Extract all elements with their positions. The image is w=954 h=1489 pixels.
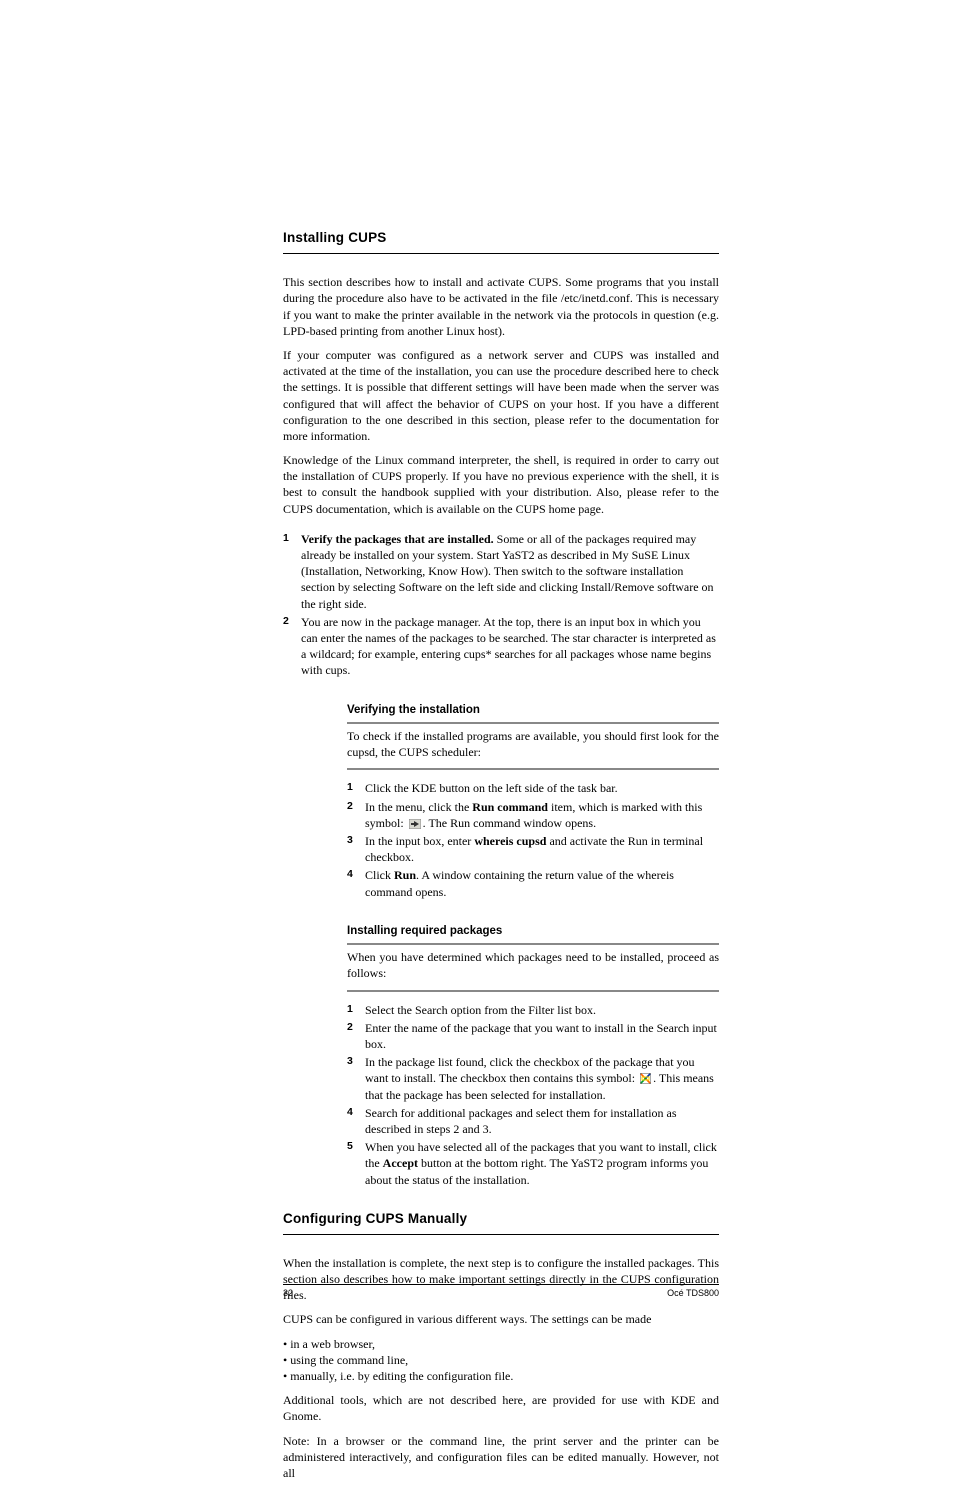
step-item: 3 In the input box, enter whereis cupsd … (347, 833, 719, 865)
step-body: Click Run. A window containing the retur… (365, 867, 719, 899)
step-item: 5 When you have selected all of the pack… (347, 1139, 719, 1188)
step-item: 2 Enter the name of the package that you… (347, 1020, 719, 1052)
section2-paragraph: CUPS can be configured in various differ… (283, 1311, 719, 1327)
step-number: 4 (347, 867, 365, 899)
step-body: In the menu, click the Run command item,… (365, 799, 719, 831)
step-item: 2 In the menu, click the Run command ite… (347, 799, 719, 831)
step-item: 1 Verify the packages that are installed… (283, 531, 719, 612)
page-number: 32 (283, 1287, 293, 1299)
step-body: You are now in the package manager. At t… (301, 614, 719, 679)
step-number: 2 (283, 614, 301, 679)
intro-paragraph-2: If your computer was configured as a net… (283, 347, 719, 444)
intro-paragraph-3: Knowledge of the Linux command interpret… (283, 452, 719, 517)
step-number: 2 (347, 1020, 365, 1052)
subsection-paragraph: When you have determined which packages … (347, 949, 719, 981)
step-number: 3 (347, 1054, 365, 1103)
section-heading: Configuring CUPS Manually (283, 1210, 719, 1228)
section-heading: Installing CUPS (283, 229, 719, 247)
bullet-item: • manually, i.e. by editing the configur… (283, 1368, 719, 1384)
intro-paragraph-1: This section describes how to install an… (283, 274, 719, 339)
content-column: Installing CUPS This section describes h… (283, 229, 719, 1489)
footer-right-text: Océ TDS800 (667, 1287, 719, 1299)
page-footer: 32 Océ TDS800 (283, 1284, 719, 1299)
step-number: 1 (283, 531, 301, 612)
step-number: 2 (347, 799, 365, 831)
step-item: 3 In the package list found, click the c… (347, 1054, 719, 1103)
step-number: 1 (347, 780, 365, 796)
step-item: 2 You are now in the package manager. At… (283, 614, 719, 679)
subsection-heading: Verifying the installation (347, 703, 719, 719)
step-number: 3 (347, 833, 365, 865)
section2-paragraph: Additional tools, which are not describe… (283, 1392, 719, 1424)
subsection-heading: Installing required packages (347, 924, 719, 940)
step-body: Select the Search option from the Filter… (365, 1002, 719, 1018)
subsection-paragraph: To check if the installed programs are a… (347, 728, 719, 760)
bullet-item: • in a web browser, (283, 1336, 719, 1352)
step-body: Verify the packages that are installed. … (301, 531, 719, 612)
step-body: Click the KDE button on the left side of… (365, 780, 719, 796)
step-body: In the input box, enter whereis cupsd an… (365, 833, 719, 865)
indented-block: Verifying the installation To check if t… (347, 703, 719, 1188)
step-body: In the package list found, click the che… (365, 1054, 719, 1103)
step-item: 4 Click Run. A window containing the ret… (347, 867, 719, 899)
bullet-item: • using the command line, (283, 1352, 719, 1368)
install-checkbox-icon (640, 1073, 651, 1084)
step-number: 4 (347, 1105, 365, 1137)
step-item: 4 Search for additional packages and sel… (347, 1105, 719, 1137)
step-body: When you have selected all of the packag… (365, 1139, 719, 1188)
step-body: Enter the name of the package that you w… (365, 1020, 719, 1052)
step-item: 1 Click the KDE button on the left side … (347, 780, 719, 796)
step-item: 1 Select the Search option from the Filt… (347, 1002, 719, 1018)
section2-paragraph: Note: In a browser or the command line, … (283, 1433, 719, 1482)
step-number: 5 (347, 1139, 365, 1188)
step-body: Search for additional packages and selec… (365, 1105, 719, 1137)
run-command-icon (409, 819, 421, 829)
step-number: 1 (347, 1002, 365, 1018)
